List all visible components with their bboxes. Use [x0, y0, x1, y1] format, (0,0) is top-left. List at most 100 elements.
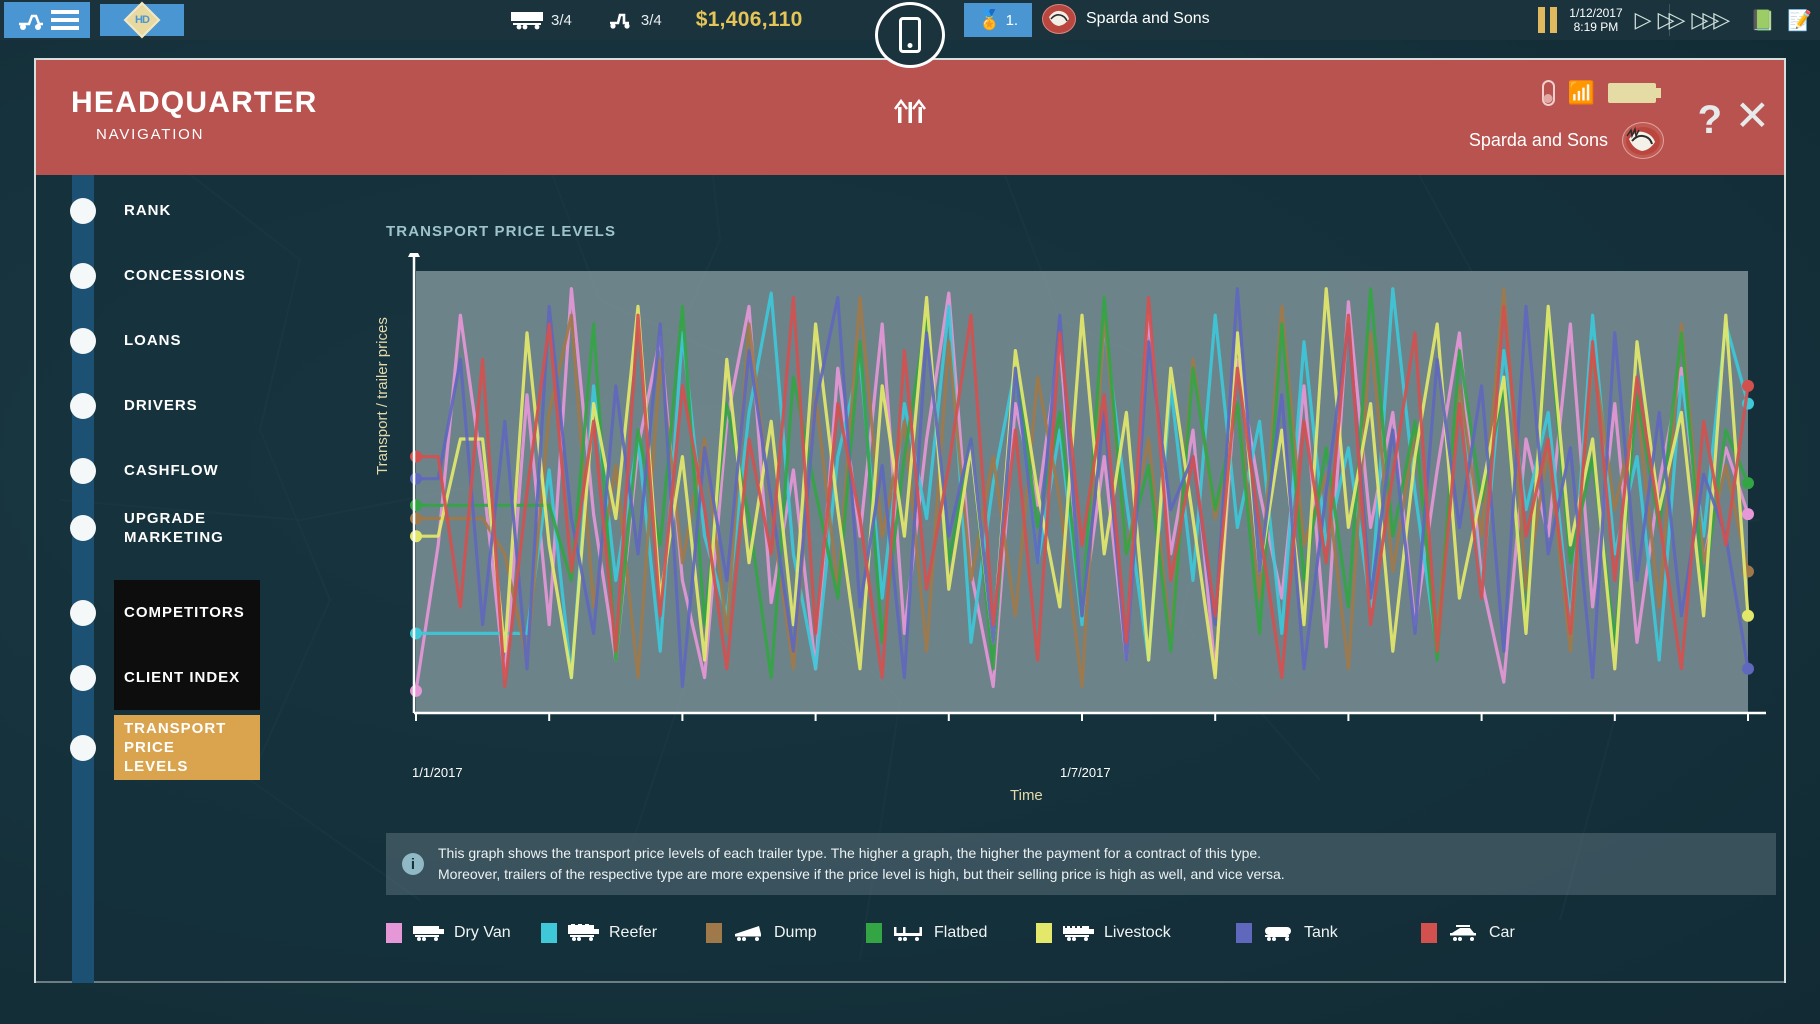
series-start-point: [410, 499, 422, 511]
play-icon[interactable]: ▷: [1635, 7, 1646, 33]
sidebar-item-label: LOANS: [124, 331, 182, 350]
sidebar-item-label: COMPETITORS: [124, 603, 245, 622]
page-subtitle: NAVIGATION: [96, 126, 204, 143]
sidebar-item-client-index[interactable]: CLIENT INDEX: [36, 645, 260, 710]
rank-badge[interactable]: 🏅 1.: [964, 3, 1032, 37]
top-bar: HD 3/4 3/4 $1,406,110 🏅 1.: [0, 0, 1820, 40]
pause-icon[interactable]: [1538, 7, 1557, 33]
rank-value: 1.: [1006, 12, 1019, 29]
legend-item-flatbed[interactable]: Flatbed: [866, 923, 987, 943]
diamond-badge-icon[interactable]: HD: [100, 4, 184, 36]
medal-icon: 🏅: [978, 8, 1002, 32]
sidebar-item-label: TRANSPORT PRICELEVELS: [124, 719, 260, 776]
sidebar-item-label: CASHFLOW: [124, 461, 219, 480]
sidebar-item-label: DRIVERS: [124, 396, 198, 415]
game-time: 8:19 PM: [1574, 20, 1619, 34]
sidebar-item-upgrade-marketing[interactable]: UPGRADEMARKETING: [36, 495, 260, 560]
truck-icon: [606, 10, 634, 30]
legend-color-swatch: [866, 923, 882, 943]
chart-legend: Dry Van Reefer Dump Flatbed Livestock Tank Car: [386, 923, 1776, 953]
sidebar: RANKCONCESSIONS LOANS DRIVERS CASHFLOW UPGRA…: [36, 175, 260, 983]
statistics-icon: [889, 95, 931, 130]
y-axis-arrow: [408, 253, 420, 257]
legend-item-reefer[interactable]: Reefer: [541, 923, 657, 943]
info-box: i This graph shows the transport price l…: [386, 833, 1776, 895]
sidebar-bullet-icon: [70, 458, 96, 484]
legend-color-swatch: [1421, 923, 1437, 943]
series-end-point: [1742, 380, 1754, 392]
truck-stat: 3/4: [606, 10, 662, 30]
legend-item-tank[interactable]: Tank: [1236, 923, 1338, 943]
truck-menu-icon[interactable]: [4, 2, 90, 38]
info-text: This graph shows the transport price lev…: [438, 843, 1285, 885]
wifi-icon: 📶: [1568, 82, 1595, 104]
panel-header: HEADQUARTER NAVIGATION 📶 Sparda and Sons: [36, 60, 1784, 175]
headquarter-panel: HEADQUARTER NAVIGATION 📶 Sparda and Sons: [34, 58, 1786, 983]
trailer-icon: [510, 10, 544, 30]
series-end-point: [1742, 610, 1754, 622]
info-line-2: Moreover, trailers of the respective typ…: [438, 866, 1285, 882]
time-controls: 1/12/2017 8:19 PM ▷ ▷▷ ▷▷▷ 📗 📝: [1538, 0, 1812, 40]
dry-van-icon: [411, 924, 445, 942]
series-end-point: [1742, 477, 1754, 489]
header-company: Sparda and Sons: [1469, 122, 1664, 159]
sidebar-item-rank[interactable]: RANK: [36, 178, 260, 243]
chart-area: TRANSPORT PRICE LEVELS Transport / trail…: [260, 175, 1784, 983]
truck-icon: [16, 8, 46, 32]
company-name: Sparda and Sons: [1086, 10, 1210, 28]
fast-forward-icon[interactable]: ▷▷: [1658, 7, 1680, 33]
legend-label: Reefer: [609, 924, 657, 942]
series-start-point: [410, 473, 422, 485]
dump-icon: [731, 924, 765, 942]
legend-color-swatch: [1036, 923, 1052, 943]
legend-item-dry-van[interactable]: Dry Van: [386, 923, 511, 943]
series-end-point: [1742, 663, 1754, 675]
series-start-point: [410, 451, 422, 463]
tank-icon: [1261, 924, 1295, 942]
sidebar-item-concessions[interactable]: CONCESSIONS: [36, 243, 260, 308]
sidebar-item-loans[interactable]: LOANS: [36, 308, 260, 373]
fastest-forward-icon[interactable]: ▷▷▷: [1691, 7, 1724, 33]
legend-label: Livestock: [1104, 924, 1171, 942]
page-title: HEADQUARTER: [71, 86, 318, 120]
legend-label: Dump: [774, 924, 817, 942]
legend-label: Dry Van: [454, 924, 511, 942]
livestock-icon: [1061, 924, 1095, 942]
phone-icon[interactable]: [875, 2, 945, 68]
company-indicator[interactable]: Sparda and Sons: [1042, 4, 1210, 34]
legend-item-livestock[interactable]: Livestock: [1036, 923, 1171, 943]
x-axis-tick-start: 1/1/2017: [412, 765, 463, 780]
sidebar-bullet-icon: [70, 600, 96, 626]
panel-body: RANKCONCESSIONS LOANS DRIVERS CASHFLOW UPGRA…: [36, 175, 1784, 983]
sidebar-bullet-icon: [70, 735, 96, 761]
native-chief-icon: [1622, 122, 1664, 159]
sidebar-item-cashflow[interactable]: CASHFLOW: [36, 438, 260, 503]
book-icon[interactable]: 📗: [1750, 8, 1775, 33]
battery-icon: [1608, 83, 1656, 103]
sidebar-bullet-icon: [70, 515, 96, 541]
sidebar-item-competitors[interactable]: COMPETITORS: [36, 580, 260, 645]
legend-label: Tank: [1304, 924, 1338, 942]
x-axis-tick-mid: 1/7/2017: [1060, 765, 1111, 780]
top-bar-stats: 3/4 3/4 $1,406,110: [510, 0, 803, 40]
native-chief-icon: [1042, 4, 1076, 34]
notes-icon[interactable]: 📝: [1787, 8, 1812, 33]
badge-text: HD: [135, 14, 149, 26]
car-icon: [1446, 924, 1480, 942]
close-button[interactable]: ✕: [1735, 96, 1770, 136]
series-end-point: [1742, 508, 1754, 520]
legend-color-swatch: [1236, 923, 1252, 943]
info-icon: i: [402, 853, 424, 875]
money-display: $1,406,110: [696, 8, 803, 32]
sidebar-bullet-icon: [70, 263, 96, 289]
sidebar-item-label: CLIENT INDEX: [124, 668, 240, 687]
legend-item-dump[interactable]: Dump: [706, 923, 817, 943]
sidebar-item-drivers[interactable]: DRIVERS: [36, 373, 260, 438]
help-button[interactable]: ?: [1698, 98, 1722, 143]
thermometer-icon: [1542, 80, 1555, 106]
legend-item-car[interactable]: Car: [1421, 923, 1515, 943]
header-company-name: Sparda and Sons: [1469, 130, 1608, 151]
flatbed-icon: [891, 924, 925, 942]
sidebar-item-transport-price-levels[interactable]: TRANSPORT PRICELEVELS: [36, 715, 260, 780]
game-date: 1/12/2017: [1569, 6, 1622, 20]
